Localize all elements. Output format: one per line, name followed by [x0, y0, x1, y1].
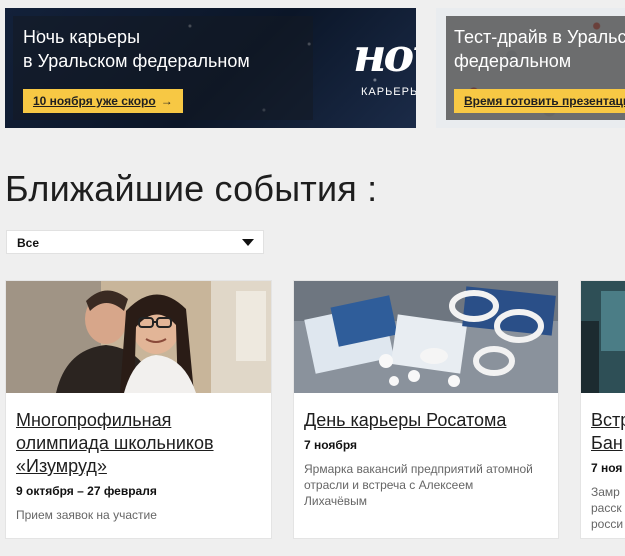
event-description-line: Лихачёвым: [304, 494, 368, 508]
banner-cta-label: 10 ноября уже скоро: [33, 94, 156, 108]
banner-title: Ночь карьеры в Уральском федеральном: [23, 25, 323, 73]
event-date: 7 ноя: [591, 461, 623, 475]
event-title-line: Бан: [591, 433, 623, 453]
event-description: Прием заявок на участие: [16, 507, 261, 523]
event-title-link[interactable]: День карьеры Росатома: [304, 409, 549, 432]
event-description-line: Замр: [591, 485, 620, 499]
event-card[interactable]: День карьеры Росатома 7 ноября Ярмарка в…: [293, 280, 559, 539]
filter-selected-value: Все: [17, 236, 40, 250]
event-description-line: росси: [591, 517, 624, 531]
event-description-line: Прием заявок на участие: [16, 508, 157, 522]
banner-cta-button[interactable]: Время готовить презентации→: [454, 89, 625, 113]
event-title-line: Многопрофильная: [16, 410, 172, 430]
banner-title-line: Ночь карьеры: [23, 27, 140, 47]
event-card[interactable]: Многопрофильная олимпиада школьников «Из…: [5, 280, 272, 539]
event-title-link[interactable]: Многопрофильная олимпиада школьников «Из…: [16, 409, 261, 478]
banner-night-of-career[interactable]: Ночь карьеры в Уральском федеральном 10 …: [5, 8, 416, 128]
banner-title: Тест-драйв в Уральском федеральном: [454, 25, 625, 73]
event-image-rosatom-merch: [294, 281, 558, 393]
event-date: 9 октября – 27 февраля: [16, 484, 157, 498]
event-title-line: «Изумруд»: [16, 456, 107, 476]
event-image-partial: [581, 281, 625, 393]
arrow-right-icon: →: [160, 94, 173, 108]
event-description-line: отрасли и встреча с Алексеем: [304, 478, 474, 492]
event-title-link[interactable]: Встр Бан: [591, 409, 625, 455]
caret-down-icon: [242, 239, 254, 246]
night-of-career-logo: ночь КАРЬЕРЫ: [353, 30, 416, 110]
event-title-line: Встр: [591, 410, 625, 430]
logo-script-text: ночь: [353, 28, 416, 82]
event-description: Замр расск росси: [591, 484, 625, 532]
events-filter-select[interactable]: Все: [6, 230, 264, 254]
banner-title-line: федеральном: [454, 51, 572, 71]
event-date: 7 ноября: [304, 438, 358, 452]
event-image-students: [6, 281, 271, 393]
event-title-line: олимпиада школьников: [16, 433, 214, 453]
banner-title-line: Тест-драйв в Уральском: [454, 27, 625, 47]
banner-test-drive[interactable]: Тест-драйв в Уральском федеральном Время…: [436, 8, 625, 128]
event-description: Ярмарка вакансий предприятий атомной отр…: [304, 461, 549, 509]
banner-cta-button[interactable]: 10 ноября уже скоро →: [23, 89, 183, 113]
banner-title-line: в Уральском федеральном: [23, 51, 250, 71]
event-title-line: День карьеры Росатома: [304, 410, 507, 430]
event-description-line: Ярмарка вакансий предприятий атомной: [304, 462, 533, 476]
events-section-title: Ближайшие события :: [5, 168, 378, 209]
banner-cta-label: Время готовить презентации: [464, 94, 625, 108]
logo-subtitle: КАРЬЕРЫ: [361, 86, 416, 98]
event-description-line: расск: [591, 501, 622, 515]
event-card[interactable]: Встр Бан 7 ноя Замр расск росси: [580, 280, 625, 539]
